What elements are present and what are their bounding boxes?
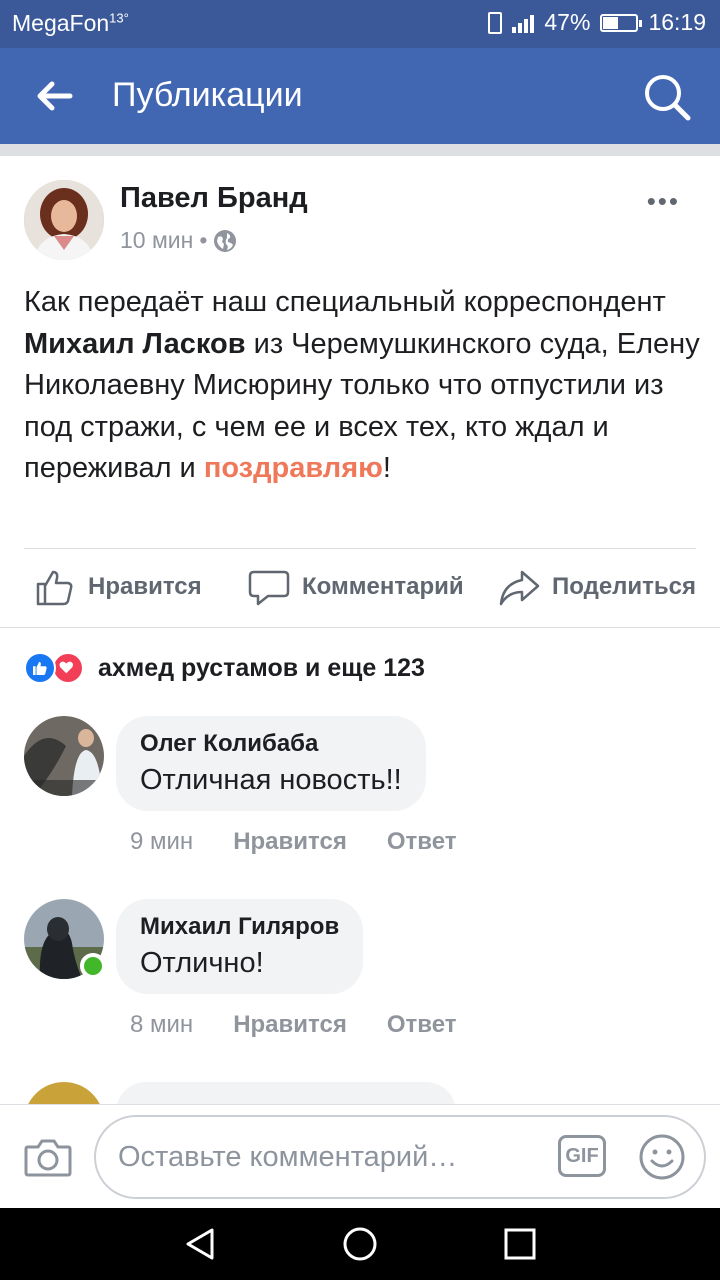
comment-composer: Оставьте комментарий… GIF (0, 1104, 720, 1208)
nav-home-icon[interactable] (342, 1226, 378, 1262)
section-divider (0, 627, 720, 628)
comment-meta: 8 мин Нравится Ответ (130, 1011, 456, 1039)
status-icons: 47% 16:19 (488, 9, 706, 36)
comment-reply-button[interactable]: Ответ (387, 828, 457, 856)
commenter-name[interactable]: Михаил Гиляров (140, 913, 339, 941)
comment-reply-button[interactable]: Ответ (387, 1011, 457, 1039)
commenter-avatar[interactable] (24, 716, 104, 796)
app-bar: Публикации (0, 48, 720, 144)
post-text: Как передаёт наш специальный корреспонде… (24, 282, 704, 490)
globe-icon (214, 229, 237, 252)
like-label: Нравится (88, 573, 202, 600)
thumbs-up-icon (36, 570, 73, 606)
emoji-icon[interactable] (638, 1133, 686, 1181)
nav-recents-icon[interactable] (502, 1226, 538, 1262)
comment-bubble: Михаил Гиляров Отлично! (116, 899, 364, 994)
comment-like-button[interactable]: Нравится (233, 1011, 347, 1039)
online-status-indicator (80, 953, 106, 979)
nav-back-icon[interactable] (182, 1226, 218, 1262)
comment-input[interactable]: Оставьте комментарий… GIF (94, 1115, 706, 1199)
like-reaction-icon (24, 652, 56, 684)
post-text-part: Как передаёт наш специальный корреспонде… (24, 286, 666, 318)
author-name[interactable]: Павел Бранд (120, 182, 308, 215)
carrier-label: MegaFon13° (12, 10, 129, 37)
comment-text: Отличная новость!! (140, 764, 402, 796)
comment-meta: 9 мин Нравится Ответ (130, 828, 456, 856)
back-arrow-icon[interactable] (34, 76, 74, 116)
comment-icon (248, 570, 290, 606)
status-bar: MegaFon13° 47% 16:19 (0, 0, 720, 48)
share-button[interactable]: Поделиться (498, 566, 696, 608)
comment-button[interactable]: Комментарий (248, 566, 464, 608)
share-label: Поделиться (552, 573, 697, 600)
system-nav-bar (0, 1208, 720, 1280)
commenter-name[interactable]: Олег Колибаба (140, 730, 402, 758)
reactions-summary[interactable]: ахмед рустамов и еще 123 (24, 648, 425, 688)
comment-bubble: Олег Колибаба Отличная новость!! (116, 716, 426, 811)
feed-divider (0, 144, 720, 156)
gif-button[interactable]: GIF (558, 1135, 606, 1177)
page-title: Публикации (112, 76, 303, 114)
share-icon (499, 570, 540, 606)
post-text-part: ! (382, 452, 391, 484)
more-options-icon[interactable]: ••• (647, 186, 680, 217)
vibrate-icon (488, 11, 503, 34)
post-time[interactable]: 10 мин (120, 227, 193, 254)
meta-separator: • (199, 227, 208, 253)
comment-time: 9 мин (130, 828, 194, 855)
battery-fill (603, 16, 619, 29)
comment-like-button[interactable]: Нравится (233, 828, 347, 856)
battery-icon (600, 13, 643, 32)
comment-text: Отлично! (140, 947, 264, 979)
post-actions: Нравится Комментарий Поделиться (0, 556, 720, 620)
temperature: 13° (109, 10, 129, 26)
comment-label: Комментарий (302, 573, 464, 600)
like-button[interactable]: Нравится (34, 566, 202, 608)
battery-percent: 47% (544, 9, 591, 35)
signal-icon (512, 13, 535, 33)
camera-icon[interactable] (24, 1135, 72, 1179)
clock: 16:19 (648, 9, 706, 35)
post-meta: 10 мин • (120, 227, 237, 254)
reactions-text: ахмед рустамов и еще 123 (98, 653, 425, 682)
love-reaction-icon (52, 652, 84, 684)
post-divider (24, 548, 696, 549)
comment-time: 8 мин (130, 1011, 194, 1038)
author-avatar[interactable] (24, 180, 104, 260)
carrier-name: MegaFon (12, 10, 110, 36)
mentioned-name[interactable]: Михаил Ласков (24, 328, 246, 360)
highlighted-word: поздравляю (203, 452, 383, 484)
comment-placeholder: Оставьте комментарий… (118, 1141, 458, 1173)
search-icon[interactable] (642, 72, 692, 122)
